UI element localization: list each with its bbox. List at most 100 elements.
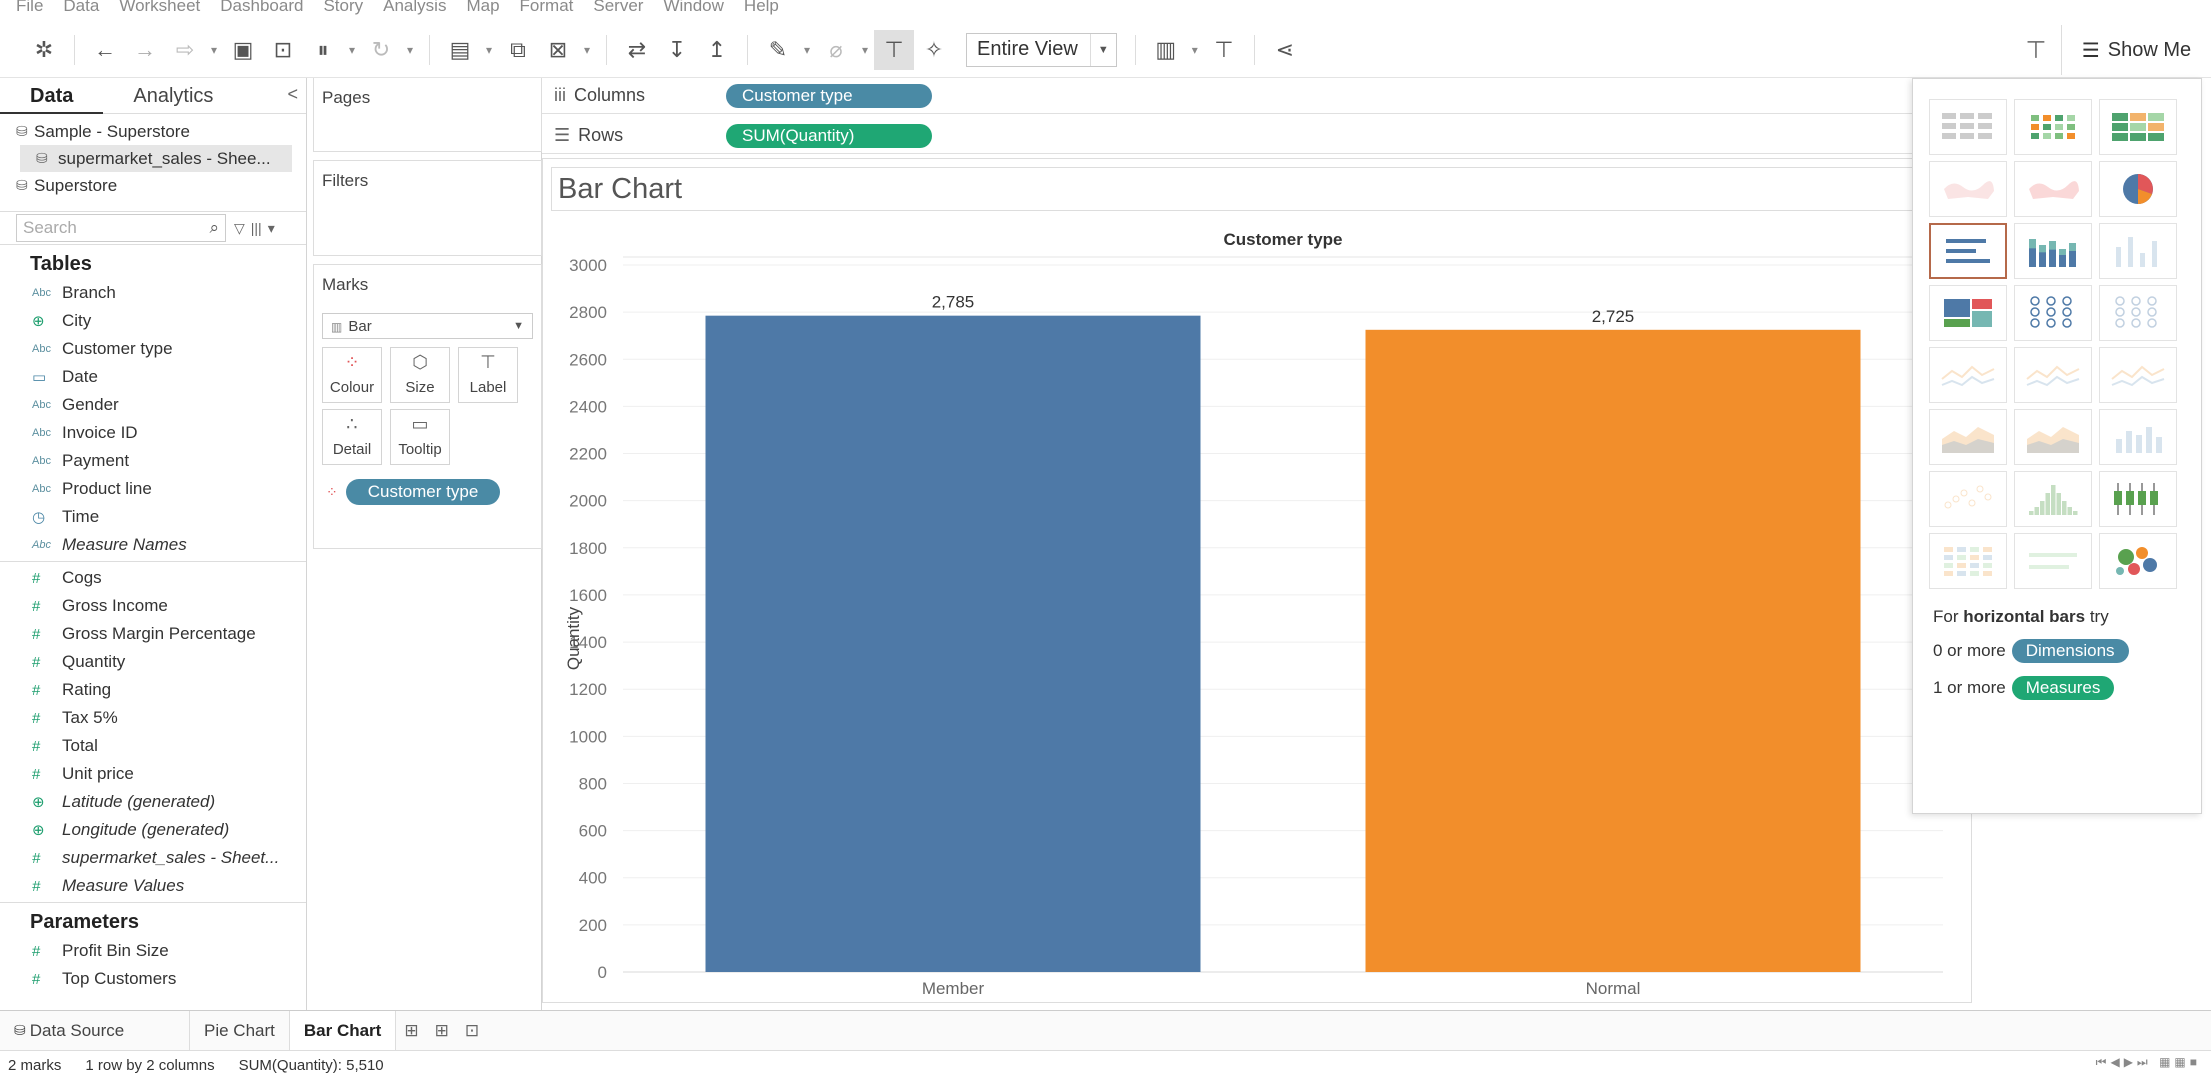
bar-normal[interactable] — [1365, 329, 1861, 972]
symbol-map-icon[interactable] — [1929, 161, 2007, 217]
field-item[interactable]: Abc Customer type — [0, 335, 306, 363]
back-icon[interactable]: ← — [85, 30, 125, 70]
filter-icon[interactable]: ▽ — [234, 220, 245, 237]
field-item[interactable]: Abc Invoice ID — [0, 419, 306, 447]
swap-icon[interactable]: ⇄ — [617, 30, 657, 70]
mark-type-dropdown[interactable]: ▥ Bar ▼ — [322, 313, 533, 339]
show-labels-icon[interactable]: ▥ — [1146, 30, 1186, 70]
menu-help[interactable]: Help — [744, 0, 779, 20]
field-item[interactable]: ⊕ City — [0, 307, 306, 335]
tab-pie-chart[interactable]: Pie Chart — [190, 1010, 290, 1051]
highlight-table-icon[interactable] — [2099, 99, 2177, 155]
text-table-icon[interactable] — [1929, 99, 2007, 155]
field-item[interactable]: Abc Payment — [0, 447, 306, 475]
field-item[interactable]: Abc Gender — [0, 391, 306, 419]
field-item[interactable]: Abc Measure Names — [0, 531, 306, 559]
collapse-icon[interactable]: < — [287, 84, 298, 105]
new-worksheet-icon[interactable]: ▤ — [440, 30, 480, 70]
detail-button[interactable]: ∴ Detail — [322, 409, 382, 465]
view-options-icon[interactable]: ||| — [251, 220, 262, 237]
save-icon[interactable]: ▣ — [223, 30, 263, 70]
horizontal-bars-icon[interactable] — [1929, 223, 2007, 279]
presentation-mode-icon[interactable]: ⊤ — [2011, 36, 2061, 65]
field-item[interactable]: # Unit price — [0, 760, 306, 788]
heat-map-icon[interactable] — [2014, 99, 2092, 155]
line-continuous-icon[interactable] — [1929, 347, 2007, 403]
gantt-chart-icon[interactable] — [1929, 533, 2007, 589]
menu-dashboard[interactable]: Dashboard — [220, 0, 303, 20]
forward-icon[interactable]: → — [125, 30, 165, 70]
size-button[interactable]: ⬡ Size — [390, 347, 450, 403]
new-datasource-icon[interactable]: ⊡ — [263, 30, 303, 70]
refresh-dropdown-icon[interactable]: ▾ — [401, 30, 419, 70]
menu-format[interactable]: Format — [520, 0, 574, 20]
tab-data-source[interactable]: ⛁ Data Source — [0, 1010, 190, 1051]
area-continuous-icon[interactable] — [1929, 409, 2007, 465]
field-item[interactable]: # Quantity — [0, 648, 306, 676]
highlight-icon[interactable]: ✎ — [758, 30, 798, 70]
new-dashboard-icon[interactable]: ⊞ — [427, 1021, 457, 1041]
side-by-side-bars-icon[interactable] — [2099, 223, 2177, 279]
circle-views-icon[interactable] — [2014, 285, 2092, 341]
customer-type-pill[interactable]: Customer type — [345, 479, 501, 505]
field-item[interactable]: # Top Customers — [0, 965, 306, 993]
scatter-plot-icon[interactable] — [1929, 471, 2007, 527]
menu-window[interactable]: Window — [663, 0, 723, 20]
side-by-side-circles-icon[interactable] — [2099, 285, 2177, 341]
tooltip-button[interactable]: ▭ Tooltip — [390, 409, 450, 465]
show-labels-dropdown-icon[interactable]: ▾ — [1186, 30, 1204, 70]
field-item[interactable]: # Total — [0, 732, 306, 760]
filled-map-icon[interactable] — [2014, 161, 2092, 217]
fit-dropdown[interactable]: Entire View ▼ — [966, 32, 1117, 67]
menu-file[interactable]: File — [16, 0, 43, 20]
group-dropdown-icon[interactable]: ▾ — [856, 30, 874, 70]
datasource-item-selected[interactable]: ⛁ supermarket_sales - Shee... — [20, 145, 292, 172]
chevron-down-icon[interactable]: ▼ — [1089, 33, 1116, 66]
stacked-bars-icon[interactable] — [2014, 223, 2092, 279]
field-item[interactable]: ▭ Date — [0, 363, 306, 391]
box-whisker-icon[interactable] — [2099, 471, 2177, 527]
field-item[interactable]: # Gross Income — [0, 592, 306, 620]
new-story-icon[interactable]: ⊡ — [457, 1021, 487, 1041]
dual-lines-icon[interactable] — [2099, 347, 2177, 403]
group-icon[interactable]: ⌀ — [816, 30, 856, 70]
menu-story[interactable]: Story — [323, 0, 363, 20]
redo-dropdown-icon[interactable]: ▾ — [205, 30, 223, 70]
columns-pill[interactable]: Customer type — [726, 83, 932, 108]
datasource-item[interactable]: ⛁ Sample - Superstore — [0, 118, 306, 145]
field-item[interactable]: ◷ Time — [0, 503, 306, 531]
bar-member[interactable] — [705, 315, 1201, 972]
field-item[interactable]: Abc Product line — [0, 475, 306, 503]
sort-asc-icon[interactable]: ↧ — [657, 30, 697, 70]
filters-card[interactable]: Filters — [313, 160, 542, 256]
chevron-down-icon[interactable]: ▾ — [268, 220, 275, 237]
sheet-nav-icons[interactable]: ⏮◀▶⏭ ▦▦■ — [2096, 1055, 2201, 1070]
pie-chart-icon[interactable] — [2099, 161, 2177, 217]
pause-icon[interactable]: ⏸ — [303, 30, 343, 70]
area-discrete-icon[interactable] — [2014, 409, 2092, 465]
menu-map[interactable]: Map — [466, 0, 499, 20]
treemap-icon[interactable] — [1929, 285, 2007, 341]
field-item[interactable]: Abc Branch — [0, 279, 306, 307]
field-item[interactable]: # Cogs — [0, 564, 306, 592]
new-worksheet-icon[interactable]: ⊞ — [396, 1021, 426, 1041]
menu-analysis[interactable]: Analysis — [383, 0, 446, 20]
line-discrete-icon[interactable] — [2014, 347, 2092, 403]
menu-server[interactable]: Server — [593, 0, 643, 20]
clear-icon[interactable]: ⊠ — [538, 30, 578, 70]
field-item[interactable]: # Profit Bin Size — [0, 937, 306, 965]
refresh-icon[interactable]: ↻ — [361, 30, 401, 70]
menu-worksheet[interactable]: Worksheet — [119, 0, 200, 20]
tab-data[interactable]: Data — [0, 78, 104, 114]
highlight-dropdown-icon[interactable]: ▾ — [798, 30, 816, 70]
search-input[interactable]: Search ⌕ — [16, 214, 226, 242]
show-me-button[interactable]: ☰ Show Me — [2061, 25, 2211, 75]
colour-button[interactable]: ⁘ Colour — [322, 347, 382, 403]
tab-bar-chart[interactable]: Bar Chart — [289, 1010, 397, 1051]
pause-dropdown-icon[interactable]: ▾ — [343, 30, 361, 70]
histogram-icon[interactable] — [2014, 471, 2092, 527]
new-worksheet-dropdown-icon[interactable]: ▾ — [480, 30, 498, 70]
rows-pill[interactable]: SUM(Quantity) — [726, 123, 932, 148]
field-item[interactable]: # Measure Values — [0, 872, 306, 900]
redo-icon[interactable]: ⇨ — [165, 30, 205, 70]
